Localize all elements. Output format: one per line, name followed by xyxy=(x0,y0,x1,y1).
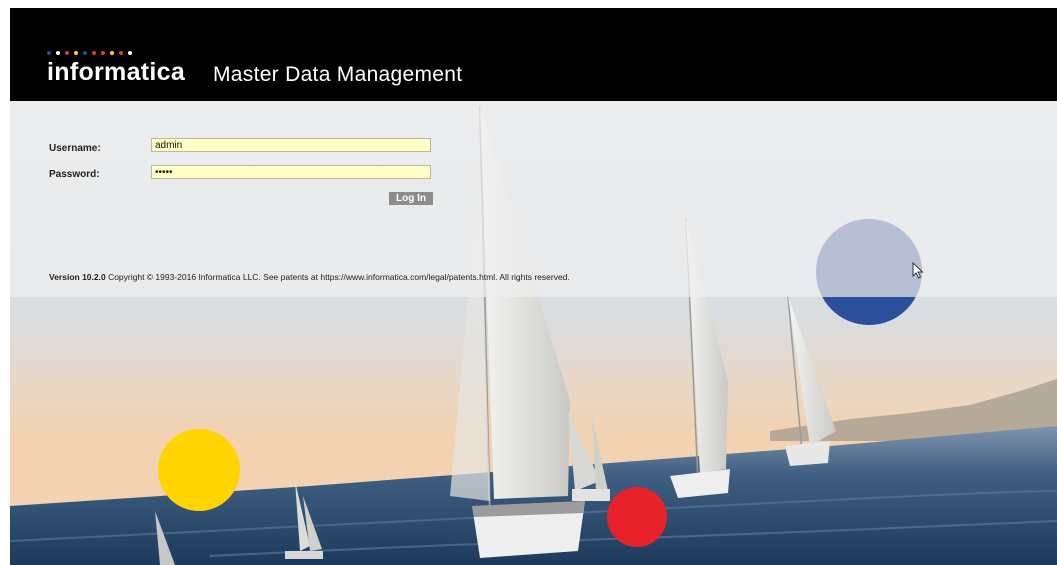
mouse-pointer-icon xyxy=(912,262,924,279)
login-page: informatica Master Data Management Usern… xyxy=(10,8,1057,565)
version-copyright-footer: Version 10.2.0 Copyright © 1993-2016 Inf… xyxy=(49,272,570,282)
yellow-dot-decoration xyxy=(158,429,240,511)
product-title: Master Data Management xyxy=(213,63,463,86)
password-input[interactable]: ••••• xyxy=(151,165,431,179)
username-label: Username: xyxy=(49,143,101,154)
red-dot-decoration xyxy=(607,487,667,547)
blue-dot-panel-overlay xyxy=(816,219,922,297)
app-header: informatica Master Data Management xyxy=(10,8,1057,101)
version-text: Version 10.2.0 xyxy=(49,272,106,282)
log-in-button[interactable]: Log In xyxy=(389,192,433,205)
logo-dots-icon xyxy=(47,51,137,57)
brand-logo: informatica xyxy=(47,58,186,86)
username-input[interactable] xyxy=(151,138,431,152)
copyright-text: Copyright © 1993-2016 Informatica LLC. S… xyxy=(105,272,570,282)
password-label: Password: xyxy=(49,169,100,180)
